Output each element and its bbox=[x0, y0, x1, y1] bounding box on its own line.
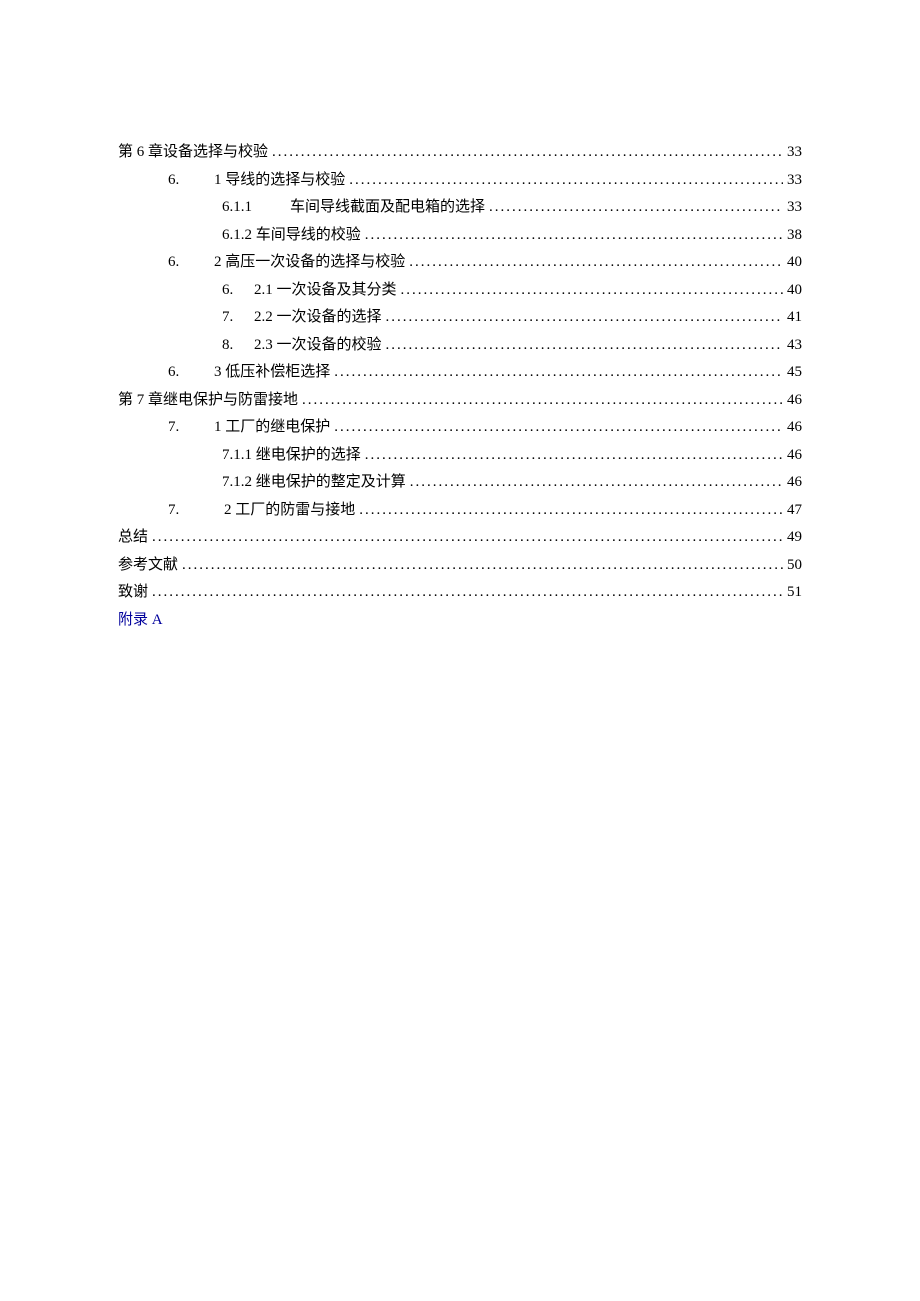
toc-title: 8.2.3 一次设备的校验 bbox=[222, 333, 382, 359]
toc-page-number: 46 bbox=[787, 388, 802, 414]
toc-title: 致谢 bbox=[118, 580, 148, 606]
toc-page: 第 6 章设备选择与校验 33 6.1 导线的选择与校验 33 6.1.1车间导… bbox=[0, 0, 920, 633]
toc-prefix: 6. bbox=[222, 278, 254, 304]
toc-title: 7.1.1 继电保护的选择 bbox=[222, 443, 361, 469]
toc-title: 6.3 低压补偿柜选择 bbox=[168, 360, 330, 386]
toc-title: 总结 bbox=[118, 525, 148, 551]
toc-entry: 第 7 章继电保护与防雷接地 46 bbox=[118, 388, 802, 414]
toc-page-number: 45 bbox=[787, 360, 802, 386]
toc-page-number: 41 bbox=[787, 305, 802, 331]
appendix-link[interactable]: 附录 A bbox=[118, 608, 802, 634]
toc-entry: 8.2.3 一次设备的校验 43 bbox=[118, 333, 802, 359]
toc-prefix: 6.1.1 bbox=[222, 195, 290, 221]
toc-leader bbox=[365, 223, 783, 249]
toc-prefix: 7. bbox=[222, 305, 254, 331]
toc-leader bbox=[386, 305, 783, 331]
toc-page-number: 33 bbox=[787, 140, 802, 166]
toc-entry: 7.1.2 继电保护的整定及计算 46 bbox=[118, 470, 802, 496]
toc-entry: 6.1.1车间导线截面及配电箱的选择 33 bbox=[118, 195, 802, 221]
toc-leader bbox=[152, 525, 783, 551]
toc-title: 6.2.1 一次设备及其分类 bbox=[222, 278, 397, 304]
toc-prefix: 6. bbox=[168, 360, 214, 386]
toc-page-number: 50 bbox=[787, 553, 802, 579]
toc-prefix: 6. bbox=[168, 250, 214, 276]
toc-entry: 第 6 章设备选择与校验 33 bbox=[118, 140, 802, 166]
toc-leader bbox=[152, 580, 783, 606]
toc-title: 第 6 章设备选择与校验 bbox=[118, 140, 268, 166]
toc-page-number: 49 bbox=[787, 525, 802, 551]
toc-title: 7.2 工厂的防雷与接地 bbox=[168, 498, 355, 524]
toc-entry: 7.2.2 一次设备的选择 41 bbox=[118, 305, 802, 331]
toc-entry: 7.2 工厂的防雷与接地 47 bbox=[118, 498, 802, 524]
toc-page-number: 46 bbox=[787, 443, 802, 469]
toc-prefix: 7. bbox=[168, 415, 214, 441]
toc-leader bbox=[410, 470, 783, 496]
toc-page-number: 33 bbox=[787, 195, 802, 221]
toc-page-number: 38 bbox=[787, 223, 802, 249]
toc-title: 6.1.1车间导线截面及配电箱的选择 bbox=[222, 195, 485, 221]
toc-entry: 6.1.2 车间导线的校验 38 bbox=[118, 223, 802, 249]
toc-leader bbox=[359, 498, 783, 524]
toc-leader bbox=[386, 333, 783, 359]
toc-leader bbox=[272, 140, 783, 166]
toc-leader bbox=[489, 195, 783, 221]
toc-entry: 致谢 51 bbox=[118, 580, 802, 606]
toc-leader bbox=[334, 415, 783, 441]
toc-entry: 6.2 高压一次设备的选择与校验 40 bbox=[118, 250, 802, 276]
toc-leader bbox=[409, 250, 783, 276]
toc-entry: 7.1 工厂的继电保护 46 bbox=[118, 415, 802, 441]
toc-title: 参考文献 bbox=[118, 553, 178, 579]
toc-page-number: 33 bbox=[787, 168, 802, 194]
toc-page-number: 51 bbox=[787, 580, 802, 606]
toc-title: 7.1 工厂的继电保护 bbox=[168, 415, 330, 441]
toc-prefix: 8. bbox=[222, 333, 254, 359]
toc-entry: 参考文献 50 bbox=[118, 553, 802, 579]
toc-leader bbox=[302, 388, 783, 414]
toc-title: 7.2.2 一次设备的选择 bbox=[222, 305, 382, 331]
toc-page-number: 46 bbox=[787, 415, 802, 441]
toc-prefix: 7. bbox=[168, 498, 224, 524]
toc-title: 6.2 高压一次设备的选择与校验 bbox=[168, 250, 405, 276]
toc-leader bbox=[334, 360, 783, 386]
toc-leader bbox=[401, 278, 783, 304]
toc-page-number: 40 bbox=[787, 278, 802, 304]
toc-page-number: 43 bbox=[787, 333, 802, 359]
toc-title: 6.1 导线的选择与校验 bbox=[168, 168, 345, 194]
toc-title: 6.1.2 车间导线的校验 bbox=[222, 223, 361, 249]
toc-title: 第 7 章继电保护与防雷接地 bbox=[118, 388, 298, 414]
toc-page-number: 47 bbox=[787, 498, 802, 524]
toc-entry: 6.3 低压补偿柜选择 45 bbox=[118, 360, 802, 386]
toc-entry: 总结 49 bbox=[118, 525, 802, 551]
toc-title: 7.1.2 继电保护的整定及计算 bbox=[222, 470, 406, 496]
toc-page-number: 46 bbox=[787, 470, 802, 496]
toc-entry: 7.1.1 继电保护的选择 46 bbox=[118, 443, 802, 469]
toc-entry: 6.2.1 一次设备及其分类 40 bbox=[118, 278, 802, 304]
toc-leader bbox=[365, 443, 783, 469]
toc-prefix: 6. bbox=[168, 168, 214, 194]
toc-entry: 6.1 导线的选择与校验 33 bbox=[118, 168, 802, 194]
toc-leader bbox=[349, 168, 783, 194]
toc-leader bbox=[182, 553, 783, 579]
toc-page-number: 40 bbox=[787, 250, 802, 276]
